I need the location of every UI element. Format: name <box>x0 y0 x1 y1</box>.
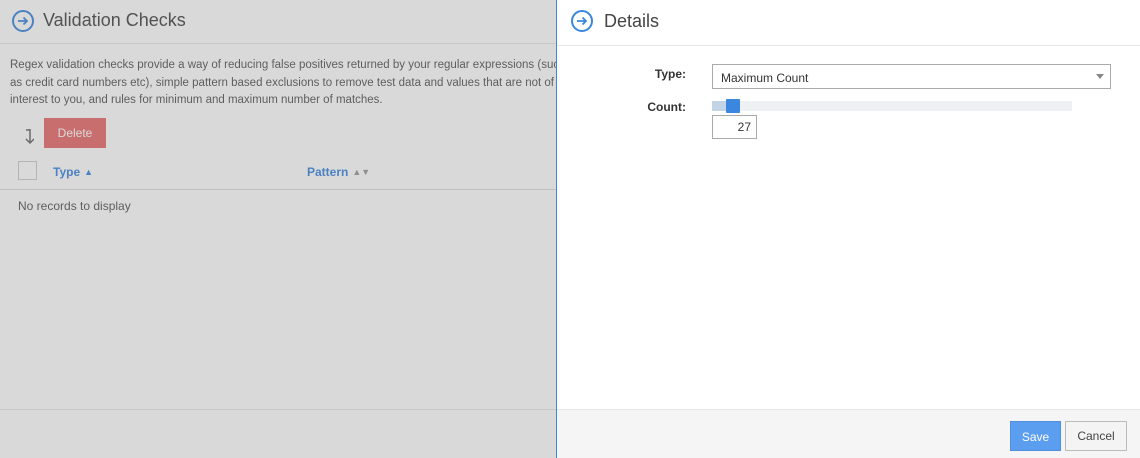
details-panel: Details Type: Maximum Count Count: 27 Sa… <box>556 0 1140 458</box>
type-select[interactable]: Maximum Count <box>712 64 1111 89</box>
count-input[interactable]: 27 <box>712 115 757 139</box>
arrow-circle-right-icon[interactable] <box>571 10 593 32</box>
count-label: Count: <box>647 100 686 114</box>
modal-overlay[interactable] <box>0 0 557 458</box>
count-slider[interactable] <box>712 99 1072 113</box>
type-label: Type: <box>654 67 686 81</box>
details-footer: Save Cancel <box>557 409 1140 458</box>
type-select-value: Maximum Count <box>721 71 809 85</box>
count-slider-handle[interactable] <box>726 99 740 113</box>
details-header: Details <box>557 0 1140 46</box>
save-button[interactable]: Save <box>1010 421 1061 451</box>
details-title: Details <box>604 11 660 31</box>
dropdown-arrow-icon <box>1096 74 1104 79</box>
cancel-button[interactable]: Cancel <box>1065 421 1127 451</box>
